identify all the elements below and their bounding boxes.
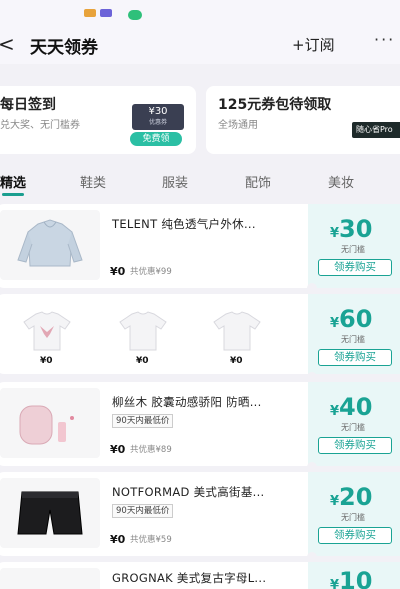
product-image-cosmetic [0, 388, 100, 458]
product-info: ¥0 ¥0 ¥0 [0, 294, 306, 374]
nav-bar: < 天天领券 +订阅 ··· [0, 24, 400, 64]
product-card[interactable]: NOTFORMAD 美式高街基... 90天内最低价 ¥0 共优惠¥59 ¥20… [0, 472, 400, 556]
banner-title: 125元券包待领取 [218, 97, 332, 113]
claim-and-buy-button[interactable]: 领券购买 [318, 437, 392, 454]
product-name: GROGNAK 美式复古字母L... [112, 571, 267, 585]
coupon-panel: ¥40 无门槛 领券购买 [308, 382, 400, 466]
discount-total: 共优惠¥99 [130, 267, 172, 277]
product-name: NOTFORMAD 美式高街基... [112, 485, 265, 499]
product-info: NOTFORMAD 美式高街基... 90天内最低价 ¥0 共优惠¥59 [0, 472, 306, 556]
card-divider-notch [307, 462, 317, 472]
banner-subtitle: 兑大奖、无门槛券 [0, 120, 80, 131]
claim-and-buy-button[interactable]: 领券购买 [318, 349, 392, 366]
coupon-amount-value: 40 [339, 393, 373, 421]
product-image-hoodie [0, 210, 100, 280]
discount-total: 共优惠¥59 [130, 535, 172, 545]
card-divider-notch [307, 552, 317, 562]
currency-symbol: ¥ [330, 226, 340, 241]
promo-tag: 随心省Pro [352, 122, 400, 138]
banner-title: 每日签到 [0, 97, 56, 113]
coupon-ticket-icon: ¥30 优惠券 [132, 104, 184, 130]
product-image-jacket [0, 568, 100, 589]
product-price: ¥0 [40, 356, 53, 366]
coupon-threshold: 无门槛 [341, 423, 365, 432]
claim-and-buy-button[interactable]: 领券购买 [318, 259, 392, 276]
coupon-panel: ¥10 [308, 562, 400, 589]
tab-selected[interactable]: 精选 [0, 172, 26, 191]
coupon-panel: ¥60 无门槛 领券购买 [308, 294, 400, 374]
lowest-price-tag: 90天内最低价 [112, 504, 174, 518]
tab-clothing[interactable]: 服装 [162, 172, 188, 191]
coupon-amount: ¥10 [330, 568, 372, 589]
coupon-amount-value: 10 [339, 567, 373, 589]
product-name: 柳丝木 胶囊动感骄阳 防晒... [112, 395, 262, 409]
coupon-amount: ¥20 [330, 484, 372, 515]
coupon-amount-value: 60 [339, 305, 373, 333]
product-info: TELENT 纯色透气户外休... ¥0 共优惠¥99 [0, 204, 306, 288]
coupon-threshold: 无门槛 [341, 245, 365, 254]
product-image-tshirt [23, 311, 71, 351]
free-claim-button[interactable]: 免费领 [130, 132, 182, 146]
app-icon [84, 9, 96, 17]
currency-symbol: ¥ [330, 578, 340, 589]
coupon-threshold: 无门槛 [341, 513, 365, 522]
product-price: ¥0 [110, 533, 126, 546]
coupon-amount: ¥60 [330, 306, 372, 337]
claim-and-buy-button[interactable]: 领券购买 [318, 527, 392, 544]
coupon-label: 优惠券 [148, 119, 167, 126]
coupon-value: ¥30 [148, 106, 168, 117]
currency-symbol: ¥ [330, 404, 340, 419]
coupon-threshold: 无门槛 [341, 335, 365, 344]
coupon-panel: ¥30 无门槛 领券购买 [308, 204, 400, 288]
product-card[interactable]: ¥0 ¥0 ¥0 ¥60 无门槛 领券购买 [0, 294, 400, 374]
more-icon[interactable]: ··· [374, 30, 395, 49]
product-image-tshirt [119, 311, 167, 351]
product-card[interactable]: GROGNAK 美式复古字母L... ¥10 [0, 562, 400, 589]
banner-subtitle: 全场通用 [218, 120, 258, 131]
product-image-tshirt [213, 311, 261, 351]
product-image-shorts [0, 478, 100, 548]
currency-symbol: ¥ [330, 316, 340, 331]
product-price: ¥0 [230, 356, 243, 366]
lowest-price-tag: 90天内最低价 [112, 414, 174, 428]
card-divider-notch [307, 372, 317, 382]
discount-total: 共优惠¥89 [130, 445, 172, 455]
coupon-pack-banner[interactable]: 125元券包待领取 全场通用 随心省Pro [206, 86, 400, 154]
product-price: ¥0 [110, 265, 126, 278]
app-icon [128, 10, 142, 20]
card-divider-notch [307, 283, 317, 293]
coupon-amount-value: 20 [339, 483, 373, 511]
status-bar [0, 0, 400, 24]
coupon-panel: ¥20 无门槛 领券购买 [308, 472, 400, 556]
product-info: 柳丝木 胶囊动感骄阳 防晒... 90天内最低价 ¥0 共优惠¥89 [0, 382, 306, 466]
coupon-amount-value: 30 [339, 215, 373, 243]
product-card[interactable]: TELENT 纯色透气户外休... ¥0 共优惠¥99 ¥30 无门槛 领券购买 [0, 204, 400, 288]
tab-accessories[interactable]: 配饰 [245, 172, 271, 191]
product-info: GROGNAK 美式复古字母L... [0, 562, 306, 589]
tab-shoes[interactable]: 鞋类 [80, 172, 106, 191]
product-price: ¥0 [110, 443, 126, 456]
daily-checkin-banner[interactable]: 每日签到 兑大奖、无门槛券 ¥30 优惠券 免费领 [0, 86, 196, 154]
coupon-amount: ¥30 [330, 216, 372, 247]
app-icon [100, 9, 112, 17]
tab-beauty[interactable]: 美妆 [328, 172, 354, 191]
subscribe-button[interactable]: +订阅 [292, 34, 335, 55]
page-title: 天天领券 [30, 38, 98, 58]
category-tabs: 精选 鞋类 服装 配饰 美妆 [0, 164, 400, 196]
product-name: TELENT 纯色透气户外休... [112, 217, 256, 231]
product-price: ¥0 [136, 356, 149, 366]
tab-indicator [2, 193, 24, 196]
back-icon[interactable]: < [0, 32, 15, 56]
currency-symbol: ¥ [330, 494, 340, 509]
product-card[interactable]: 柳丝木 胶囊动感骄阳 防晒... 90天内最低价 ¥0 共优惠¥89 ¥40 无… [0, 382, 400, 466]
coupon-amount: ¥40 [330, 394, 372, 425]
